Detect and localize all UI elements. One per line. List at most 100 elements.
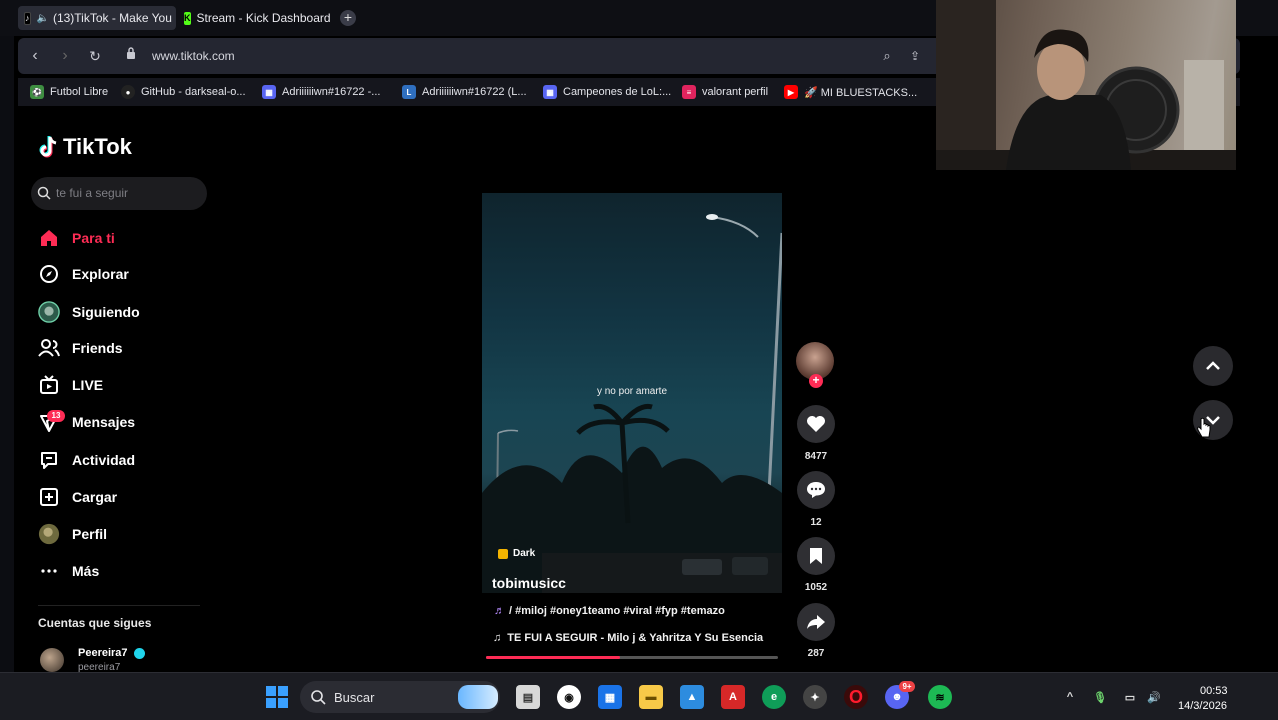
app-icon[interactable]: ✦ — [803, 685, 827, 709]
search-input[interactable]: te fui a seguir — [31, 177, 207, 210]
chevron-up-icon — [1206, 361, 1220, 370]
messages-badge: 13 — [47, 410, 65, 422]
tiktok-tab-icon: ♪ — [24, 11, 31, 25]
back-button[interactable]: ‹ — [26, 47, 44, 65]
tag-icon — [498, 548, 508, 559]
speaker-icon[interactable]: 🔈 — [37, 13, 49, 24]
url-text[interactable]: www.tiktok.com — [152, 49, 235, 63]
share-icon — [807, 615, 825, 629]
share-count: 287 — [807, 648, 825, 659]
tab-kick-dashboard[interactable]: K Stream - Kick Dashboard — [178, 6, 334, 30]
spotify-icon[interactable]: ≋ — [928, 685, 952, 709]
folder-icon[interactable]: ▬ — [639, 685, 663, 709]
follow-creator-button[interactable]: + — [809, 374, 823, 388]
like-button[interactable] — [797, 405, 835, 443]
forward-button[interactable]: › — [56, 47, 74, 65]
adobe-icon[interactable]: A — [721, 685, 745, 709]
video-author[interactable]: tobimusicc — [492, 575, 566, 591]
video-player[interactable]: y no por amarte Dark tobimusicc — [482, 193, 782, 593]
share-button[interactable] — [797, 603, 835, 641]
discord-badge: 9+ — [899, 681, 915, 692]
edge-icon[interactable]: e — [762, 685, 786, 709]
bookmark-label: GitHub - darkseal-o... — [141, 86, 246, 98]
bookmark-campeones-lol[interactable]: ▦ Campeones de LoL:... — [543, 84, 671, 100]
nav-para-ti[interactable]: Para ti — [38, 225, 115, 251]
network-icon[interactable]: ▭ — [1120, 685, 1140, 709]
following-section-title: Cuentas que sigues — [38, 616, 152, 630]
tab-tiktok[interactable]: ♪ 🔈 (13)TikTok - Make You — [18, 6, 176, 30]
store-icon[interactable]: ▦ — [598, 685, 622, 709]
kick-tab-icon: K — [184, 11, 191, 25]
tiktok-logo-icon — [39, 136, 57, 158]
photos-icon[interactable]: ▲ — [680, 685, 704, 709]
bookmark-icon: ≡ — [682, 85, 696, 99]
taskbar-search[interactable]: Buscar — [300, 681, 500, 713]
live-icon — [38, 374, 60, 396]
tiktok-logo[interactable]: TikTok — [38, 134, 132, 160]
youtube-icon: ▶ — [784, 85, 798, 99]
bookmark-label: Adriiiiiiwn#16722 -... — [282, 86, 381, 98]
following-account-name[interactable]: Peereira7 — [78, 647, 128, 659]
sidebar-divider — [38, 605, 200, 606]
bookmark-adriiiiiiwn-2[interactable]: L Adriiiiiiwn#16722 (L... — [402, 84, 527, 100]
profile-avatar-icon — [38, 523, 60, 545]
windows-start-icon[interactable] — [265, 685, 289, 709]
nav-siguiendo[interactable]: Siguiendo — [38, 299, 140, 325]
obs-icon[interactable]: ◉ — [557, 685, 581, 709]
search-icon — [311, 690, 326, 705]
bookmark-valorant-perfil[interactable]: ≡ valorant perfil — [682, 84, 768, 100]
music-note-icon: ♬ — [494, 605, 505, 617]
video-caption: y no por amarte — [596, 386, 668, 397]
logo-text: TikTok — [63, 134, 132, 159]
tab-label: (13)TikTok - Make You — [52, 11, 172, 25]
comment-button[interactable] — [797, 471, 835, 509]
reload-button[interactable]: ↻ — [86, 47, 104, 65]
home-icon — [38, 227, 60, 249]
search-page-icon[interactable]: ⌕ — [878, 47, 896, 65]
nav-label: LIVE — [72, 377, 104, 393]
music-title: TE FUI A SEGUIR - Milo j & Yahritza Y Su… — [507, 632, 764, 644]
bookmark-icon: ▦ — [262, 85, 276, 99]
nav-perfil[interactable]: Perfil — [38, 521, 107, 547]
video-progress-bar[interactable] — [486, 656, 778, 659]
bookmark-github[interactable]: ● GitHub - darkseal-o... — [121, 84, 246, 100]
video-description[interactable]: ♬ / #miloj #oney1teamo #viral #fyp #temaz… — [494, 605, 725, 617]
bookmark-adriiiiiiwn-1[interactable]: ▦ Adriiiiiiwn#16722 -... — [262, 84, 380, 100]
file-icon[interactable]: ▤ — [516, 685, 540, 709]
bookmark-label: Adriiiiiiwn#16722 (L... — [422, 86, 527, 98]
share-page-icon[interactable]: ⇪ — [906, 47, 924, 65]
nav-cargar[interactable]: Cargar — [38, 484, 117, 510]
system-tray-chevron-icon[interactable]: ^ — [1060, 685, 1080, 709]
nav-explorar[interactable]: Explorar — [38, 261, 129, 287]
browser-sidebar-strip — [0, 36, 14, 672]
save-button[interactable] — [797, 537, 835, 575]
bookmark-futbol-libre[interactable]: ⚽ Futbol Libre — [30, 84, 108, 100]
nav-actividad[interactable]: Actividad — [38, 447, 135, 473]
comment-icon — [807, 482, 825, 498]
nav-mas[interactable]: Más — [38, 558, 99, 584]
search-highlight-icon — [458, 685, 498, 709]
volume-icon[interactable]: 🔊 — [1144, 685, 1164, 709]
previous-video-button[interactable] — [1193, 346, 1233, 386]
microphone-icon[interactable]: 🎙 — [1090, 685, 1110, 709]
new-tab-button[interactable]: + — [340, 10, 356, 26]
avatar[interactable] — [40, 648, 64, 672]
video-music[interactable]: ♫ TE FUI A SEGUIR - Milo j & Yahritza Y S… — [493, 632, 775, 644]
bookmark-icon: ▦ — [543, 85, 557, 99]
github-icon: ● — [121, 85, 135, 99]
nav-label: Más — [72, 563, 100, 579]
nav-label: Actividad — [72, 452, 136, 468]
comment-count: 12 — [810, 517, 822, 528]
bookmark-label: valorant perfil — [702, 86, 769, 98]
bookmark-label: Futbol Libre — [50, 86, 109, 98]
lock-icon[interactable] — [122, 47, 140, 65]
clock-date[interactable]: 14/3/2026 — [1178, 700, 1227, 712]
nav-friends[interactable]: Friends — [38, 335, 123, 361]
opera-icon[interactable]: O — [844, 685, 868, 709]
video-tag[interactable]: Dark — [498, 548, 535, 559]
bookmark-bluestacks[interactable]: ▶ 🚀 MI BLUESTACKS... — [784, 84, 917, 100]
nav-live[interactable]: LIVE — [38, 372, 103, 398]
clock-time[interactable]: 00:53 — [1200, 685, 1228, 697]
save-count: 1052 — [804, 582, 828, 593]
bookmark-icon: ⚽ — [30, 85, 44, 99]
